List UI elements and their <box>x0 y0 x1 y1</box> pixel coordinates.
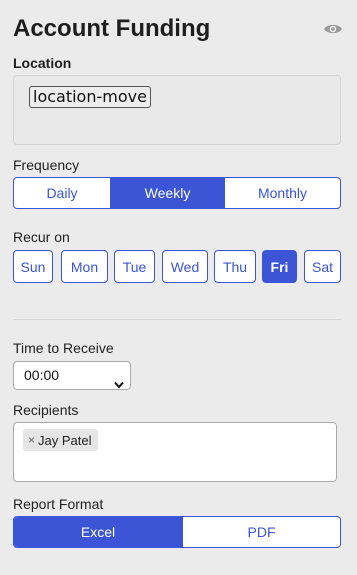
format-option-excel[interactable]: Excel <box>14 517 182 547</box>
recipients-label: Recipients <box>13 402 79 418</box>
recur-day-selector: Sun Mon Tue Wed Thu Fri Sat <box>13 250 341 284</box>
eye-icon[interactable] <box>323 22 343 36</box>
remove-recipient-icon[interactable]: × <box>28 433 35 447</box>
location-chip-button[interactable]: location-move <box>29 86 151 108</box>
day-button-thu[interactable]: Thu <box>214 250 256 283</box>
recur-on-label: Recur on <box>13 229 70 245</box>
day-button-wed[interactable]: Wed <box>162 250 208 283</box>
day-button-fri[interactable]: Fri <box>262 250 297 283</box>
page-title: Account Funding <box>13 15 211 42</box>
day-button-tue[interactable]: Tue <box>114 250 155 283</box>
frequency-selector: Daily Weekly Monthly <box>13 177 341 209</box>
recipient-chip: × Jay Patel <box>23 429 98 451</box>
frequency-option-monthly[interactable]: Monthly <box>224 178 340 208</box>
frequency-option-weekly[interactable]: Weekly <box>110 178 224 208</box>
location-field[interactable]: location-move <box>13 75 341 145</box>
day-button-sat[interactable]: Sat <box>304 250 341 283</box>
time-value: 00:00 <box>24 367 60 383</box>
frequency-option-daily[interactable]: Daily <box>14 178 110 208</box>
day-button-sun[interactable]: Sun <box>13 250 53 283</box>
recipients-field[interactable]: × Jay Patel <box>13 422 337 482</box>
time-select[interactable]: 00:00 <box>13 361 131 390</box>
location-label: Location <box>13 55 72 71</box>
section-divider <box>13 319 341 320</box>
frequency-label: Frequency <box>13 157 80 173</box>
chevron-down-icon <box>114 371 124 389</box>
recipient-name: Jay Patel <box>38 432 92 448</box>
report-format-label: Report Format <box>13 496 104 512</box>
report-format-selector: Excel PDF <box>13 516 341 548</box>
time-label: Time to Receive <box>13 340 114 356</box>
page-header: Account Funding <box>13 13 343 47</box>
format-option-pdf[interactable]: PDF <box>182 517 340 547</box>
day-button-mon[interactable]: Mon <box>61 250 108 283</box>
